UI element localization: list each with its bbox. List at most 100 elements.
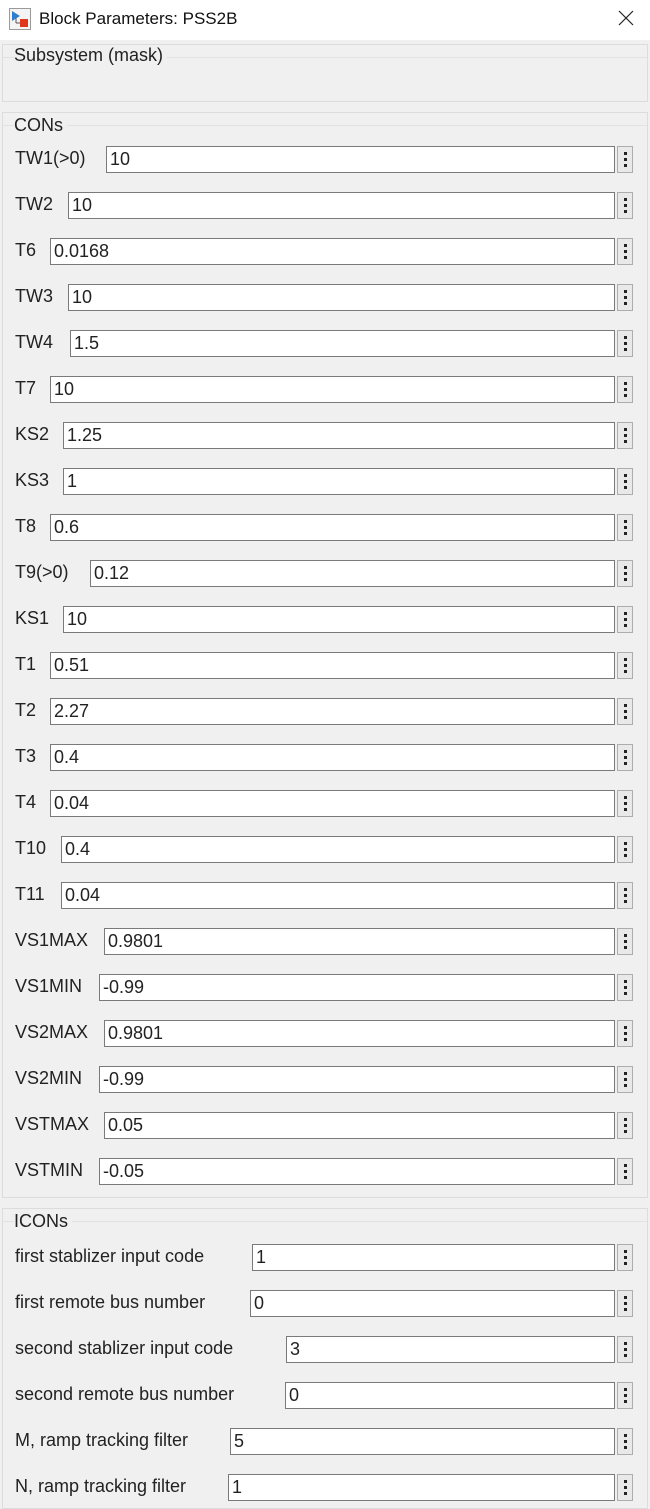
param-row: T3 (15, 744, 633, 771)
param-row: first remote bus number (15, 1290, 633, 1317)
more-options-button[interactable] (617, 238, 633, 265)
more-options-button[interactable] (617, 1066, 633, 1093)
more-options-button[interactable] (617, 882, 633, 909)
more-options-button[interactable] (617, 1382, 633, 1409)
more-options-button[interactable] (617, 1428, 633, 1455)
more-options-button[interactable] (617, 1158, 633, 1185)
param-row: first stablizer input code (15, 1244, 633, 1271)
param-label: VS2MIN (15, 1068, 83, 1088)
param-label: VS2MAX (15, 1022, 89, 1042)
param-value-input[interactable] (104, 928, 615, 955)
param-row: TW4 (15, 330, 633, 357)
param-label: KS1 (15, 608, 50, 628)
more-options-button[interactable] (617, 744, 633, 771)
param-label: VSTMIN (15, 1160, 84, 1180)
vertical-ellipsis-icon (623, 1118, 627, 1133)
param-label: VSTMAX (15, 1114, 90, 1134)
param-label: TW1(>0) (15, 148, 86, 168)
more-options-button[interactable] (617, 1020, 633, 1047)
param-value-input[interactable] (106, 146, 615, 173)
more-options-button[interactable] (617, 652, 633, 679)
param-value-input[interactable] (50, 744, 615, 771)
param-row: T1 (15, 652, 633, 679)
param-value-input[interactable] (230, 1428, 615, 1455)
param-value-input[interactable] (70, 330, 615, 357)
param-row: T8 (15, 514, 633, 541)
more-options-button[interactable] (617, 836, 633, 863)
param-value-input[interactable] (63, 468, 615, 495)
param-value-input[interactable] (50, 238, 615, 265)
param-label: KS3 (15, 470, 50, 490)
more-options-button[interactable] (617, 422, 633, 449)
param-row: VSTMIN (15, 1158, 633, 1185)
param-label: VS1MAX (15, 930, 89, 950)
param-value-input[interactable] (90, 560, 615, 587)
param-label: KS2 (15, 424, 50, 444)
more-options-button[interactable] (617, 1336, 633, 1363)
mask-group-title: Subsystem (mask) (14, 45, 168, 66)
more-options-button[interactable] (617, 468, 633, 495)
param-label: first remote bus number (15, 1292, 206, 1312)
more-options-button[interactable] (617, 146, 633, 173)
vertical-ellipsis-icon (623, 980, 627, 995)
param-value-input[interactable] (285, 1382, 615, 1409)
param-value-input[interactable] (50, 698, 615, 725)
param-value-input[interactable] (61, 882, 615, 909)
param-value-input[interactable] (50, 652, 615, 679)
vertical-ellipsis-icon (623, 658, 627, 673)
param-value-input[interactable] (99, 1066, 615, 1093)
param-value-input[interactable] (252, 1244, 615, 1271)
param-row: second stablizer input code (15, 1336, 633, 1363)
vertical-ellipsis-icon (623, 1434, 627, 1449)
param-label: first stablizer input code (15, 1246, 205, 1266)
more-options-button[interactable] (617, 606, 633, 633)
vertical-ellipsis-icon (623, 750, 627, 765)
more-options-button[interactable] (617, 1244, 633, 1271)
more-options-button[interactable] (617, 330, 633, 357)
param-label: T8 (15, 516, 37, 536)
close-button[interactable] (612, 4, 640, 32)
param-value-input[interactable] (50, 514, 615, 541)
more-options-button[interactable] (617, 790, 633, 817)
param-row: T10 (15, 836, 633, 863)
vertical-ellipsis-icon (623, 152, 627, 167)
more-options-button[interactable] (617, 698, 633, 725)
param-value-input[interactable] (61, 836, 615, 863)
param-value-input[interactable] (50, 790, 615, 817)
param-row: VS1MIN (15, 974, 633, 1001)
vertical-ellipsis-icon (623, 244, 627, 259)
more-options-button[interactable] (617, 1290, 633, 1317)
icons-group: ICONs first stablizer input code first re… (2, 1208, 648, 1509)
vertical-ellipsis-icon (623, 1072, 627, 1087)
param-value-input[interactable] (286, 1336, 615, 1363)
more-options-button[interactable] (617, 284, 633, 311)
vertical-ellipsis-icon (623, 566, 627, 581)
more-options-button[interactable] (617, 376, 633, 403)
param-value-input[interactable] (50, 376, 615, 403)
param-value-input[interactable] (104, 1112, 615, 1139)
more-options-button[interactable] (617, 1474, 633, 1501)
vertical-ellipsis-icon (623, 1388, 627, 1403)
more-options-button[interactable] (617, 928, 633, 955)
param-label: TW3 (15, 286, 53, 306)
param-value-input[interactable] (99, 1158, 615, 1185)
vertical-ellipsis-icon (623, 842, 627, 857)
more-options-button[interactable] (617, 514, 633, 541)
param-value-input[interactable] (99, 974, 615, 1001)
param-value-input[interactable] (68, 284, 615, 311)
param-value-input[interactable] (104, 1020, 615, 1047)
param-value-input[interactable] (68, 192, 615, 219)
param-value-input[interactable] (63, 606, 615, 633)
param-value-input[interactable] (228, 1474, 615, 1501)
param-value-input[interactable] (250, 1290, 615, 1317)
more-options-button[interactable] (617, 974, 633, 1001)
param-row: TW1(>0) (15, 146, 633, 173)
more-options-button[interactable] (617, 560, 633, 587)
param-row: T2 (15, 698, 633, 725)
vertical-ellipsis-icon (623, 704, 627, 719)
param-value-input[interactable] (63, 422, 615, 449)
param-label: T7 (15, 378, 37, 398)
more-options-button[interactable] (617, 1112, 633, 1139)
more-options-button[interactable] (617, 192, 633, 219)
param-row: T4 (15, 790, 633, 817)
